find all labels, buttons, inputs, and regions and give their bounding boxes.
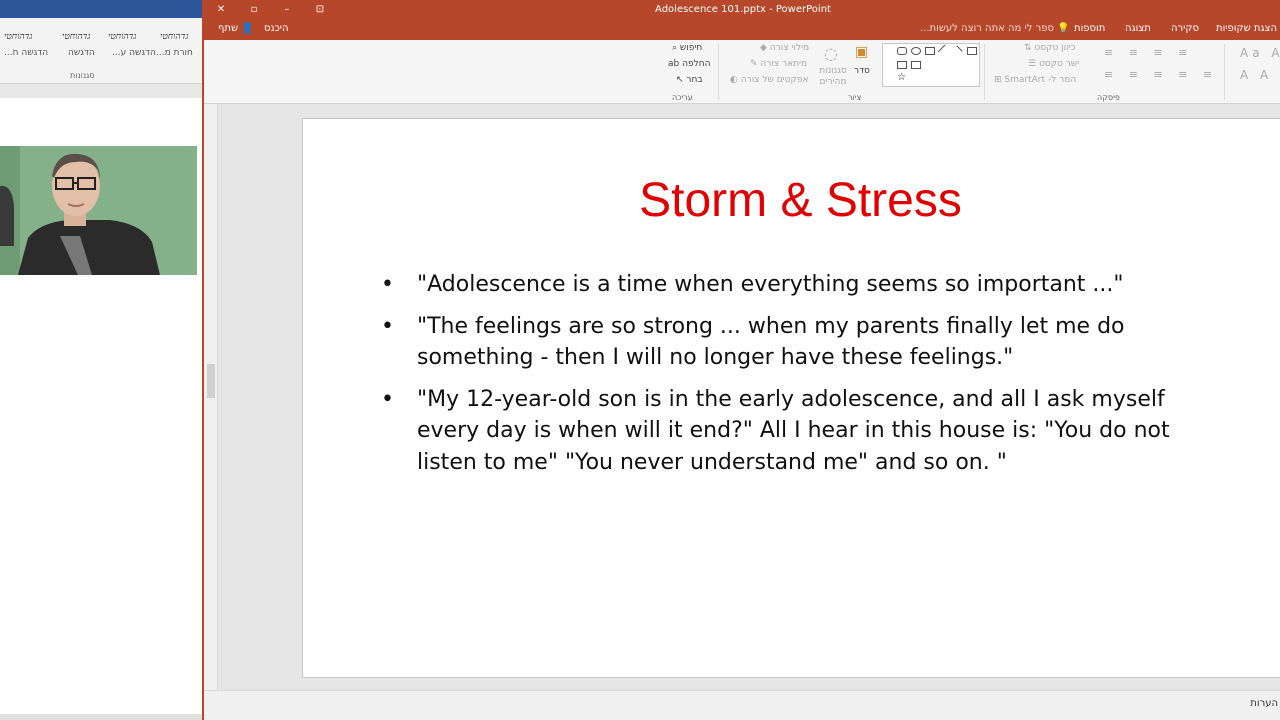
bullet-item[interactable]: "Adolescence is a time when everything s… [381,269,1221,301]
vertical-scrollbar[interactable] [204,104,218,690]
effects-icon: ◐ [730,75,738,85]
quick-styles-button[interactable]: סגנונות מהירים [816,66,850,88]
find-button[interactable]: חיפוש ⌕ [672,43,702,53]
style-gallery-item[interactable]: גדהוחטי [108,31,136,42]
styles-group-label: סגנונות [70,71,95,80]
shape-line-arrow[interactable] [951,45,963,57]
powerpoint-titlebar: ✕ ▫ – ⊡ Adolescence 101.pptx - PowerPoin… [204,0,1280,20]
shape-triangle[interactable] [967,61,977,69]
group-divider [984,44,985,100]
word-ruler [0,84,202,98]
shape-outline-button[interactable]: מיתאר צורה ✎ [750,59,807,69]
style-gallery-item[interactable]: הדגשה ח... [4,48,48,58]
text-direction-label: כיוון טקסט [1034,43,1076,53]
replace-button[interactable]: החלפה ab [668,59,711,69]
ribbon-tabs: 👤 שתף היכנס 💡 ספר לי מה אתה רוצה לעשות..… [204,20,1280,40]
scrollbar-thumb[interactable] [207,364,215,398]
replace-icon: ab [668,59,680,69]
shape-arrow-down[interactable] [911,61,921,69]
select-label: בחר [686,75,703,85]
word-ribbon: גדהוחטי גדהוחטי גדהוחטי גדהוחטי הדגשה ח.… [0,18,202,84]
share-label: שתף [218,23,239,34]
paragraph-group-label: פיסקה [1097,93,1120,102]
shape-rectangle[interactable] [925,47,935,55]
search-icon: ⌕ [672,43,678,53]
window-title: Adolescence 101.pptx - PowerPoint [655,4,831,15]
shape-effects-label: אפקטים של צורה [740,75,809,85]
align-text-icon: ☰ [1028,59,1037,69]
editing-group-label: עריכה [672,93,693,102]
share-button[interactable]: 👤 שתף [218,23,254,34]
text-direction-button[interactable]: כיוון טקסט ⇅ [1024,43,1075,53]
arrange-icon: ▣ [855,44,869,60]
font-color-buttons[interactable]: A A [1240,68,1272,82]
select-button[interactable]: בחר ↖ [676,75,703,85]
webcam-overlay [0,146,197,275]
tab-addins[interactable]: תוספות [1074,23,1105,34]
find-label: חיפוש [679,43,703,53]
shape-effects-button[interactable]: אפקטים של צורה ◐ [730,75,809,85]
shape-fill-label: מילוי צורה [769,43,810,53]
bullet-item[interactable]: "The feelings are so strong ... when my … [381,311,1221,374]
list-buttons[interactable]: ≡ ≡ ≡ ≡ [1104,46,1193,59]
font-buttons[interactable]: Aa A A [1240,46,1280,60]
sign-in-link[interactable]: היכנס [264,23,289,34]
slide-title[interactable]: Storm & Stress [303,173,1280,228]
notes-button[interactable]: הערות [1250,698,1278,709]
word-titlebar [0,0,202,18]
shape-fill-button[interactable]: מילוי צורה ◆ [760,43,809,53]
presenter-video [0,146,197,275]
align-text-button[interactable]: ישר טקסט ☰ [1028,59,1079,69]
slide-bullet-list[interactable]: "Adolescence is a time when everything s… [381,269,1221,488]
pen-icon: ✎ [750,59,758,69]
tab-review[interactable]: סקירה [1171,23,1199,34]
convert-smartart-label: המר ל- SmartArt [1004,75,1077,85]
group-divider [1224,44,1225,100]
drawing-group-label: ציור [848,93,862,102]
person-icon: 👤 [241,23,254,34]
tell-me-box[interactable]: 💡 ספר לי מה אתה רוצה לעשות... [920,23,1070,34]
slide-canvas[interactable]: Storm & Stress "Adolescence is a time wh… [302,118,1280,678]
ribbon: חיפוש ⌕ החלפה ab בחר ↖ עריכה מילוי צורה … [204,40,1280,104]
shape-star[interactable]: ☆ [897,73,907,83]
replace-label: החלפה [682,59,711,69]
arrange-button[interactable]: סדר [854,66,870,76]
style-gallery-item[interactable]: גדהוחטי [4,31,32,42]
shape-textbox[interactable] [967,47,977,55]
text-direction-icon: ⇅ [1024,43,1032,53]
statusbar: הערות [204,690,1280,720]
shapes-gallery[interactable]: ☆ [882,43,980,87]
tell-me-text: ספר לי מה אתה רוצה לעשות... [920,23,1055,34]
smartart-icon: ⊞ [994,75,1002,85]
shape-pentagon[interactable] [897,61,907,69]
word-statusbar [0,714,202,720]
shape-oval[interactable] [911,47,921,55]
alignment-buttons[interactable]: ≡ ≡ ≡ ≡ ≡ [1104,68,1218,81]
align-text-label: ישר טקסט [1038,59,1080,69]
style-gallery-item[interactable]: הדגשה [68,48,95,58]
group-divider [718,44,719,100]
pointer-icon: ↖ [676,75,684,85]
style-gallery-item[interactable]: חורת מ... [156,48,193,58]
shape-rounded-rect[interactable] [897,47,907,55]
lightbulb-icon: 💡 [1057,23,1070,34]
quick-styles-icon: ◌ [824,44,838,63]
style-gallery-item[interactable]: גדהוחטי [160,31,188,42]
bullet-item[interactable]: "My 12-year-old son is in the early adol… [381,384,1221,479]
style-gallery-item[interactable]: גדהוחטי [62,31,90,42]
paint-bucket-icon: ◆ [760,43,767,53]
shape-line[interactable] [937,44,951,58]
word-window: גדהוחטי גדהוחטי גדהוחטי גדהוחטי הדגשה ח.… [0,0,202,720]
shape-outline-label: מיתאר צורה [760,59,808,69]
tab-slideshow[interactable]: הצגת שקופיות [1216,23,1277,34]
powerpoint-window: ✕ ▫ – ⊡ Adolescence 101.pptx - PowerPoin… [202,0,1280,720]
tab-view[interactable]: תצוגה [1125,23,1151,34]
convert-smartart-button[interactable]: המר ל- SmartArt ⊞ [994,75,1076,85]
style-gallery-item[interactable]: הדגשה ע... [112,48,156,58]
